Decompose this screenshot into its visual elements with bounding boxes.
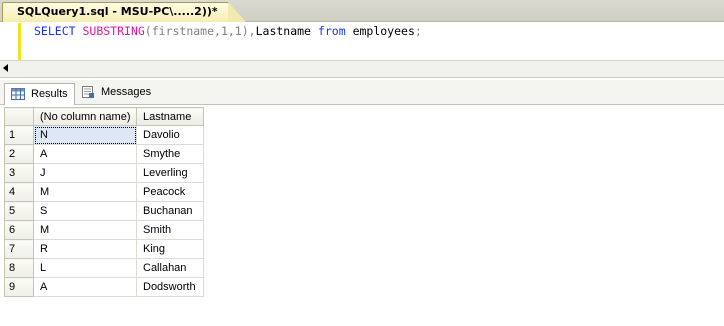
grid-cell[interactable]: Davolio (136, 125, 204, 145)
grid-cell[interactable]: A (33, 277, 137, 297)
document-tab-strip: SQLQuery1.sql - MSU-PC\.....2))* (0, 0, 724, 22)
row-number[interactable]: 5 (4, 201, 34, 221)
messages-icon (82, 86, 94, 98)
semicolon: ; (414, 24, 422, 38)
lastname-column: Lastname (255, 24, 311, 38)
table-row[interactable]: 8 L Callahan (4, 258, 204, 278)
table-row[interactable]: 3 J Leverling (4, 163, 204, 183)
table-row[interactable]: 4 M Peacock (4, 182, 204, 202)
table-row[interactable]: 2 A Smythe (4, 144, 204, 164)
query-text[interactable]: SELECT SUBSTRING(firstname,1,1),Lastname… (34, 24, 422, 38)
grid-cell[interactable]: R (33, 239, 137, 259)
table-row[interactable]: 5 S Buchanan (4, 201, 204, 221)
grid-corner-cell[interactable] (4, 107, 34, 126)
function-arguments: (firstname,1,1) (144, 24, 249, 38)
table-row[interactable]: 7 R King (4, 239, 204, 259)
editor-margin (0, 22, 18, 60)
grid-cell[interactable]: M (33, 220, 137, 240)
table-row[interactable]: 1 N Davolio (4, 125, 204, 145)
grid-cell[interactable]: King (136, 239, 204, 259)
grid-cell[interactable]: S (33, 201, 137, 221)
from-keyword: from (317, 24, 346, 38)
tab-messages[interactable]: Messages (75, 82, 157, 102)
row-number[interactable]: 8 (4, 258, 34, 278)
grid-cell[interactable]: L (33, 258, 137, 278)
grid-cell[interactable]: Peacock (136, 182, 204, 202)
grid-cell[interactable]: N (33, 125, 137, 145)
row-number[interactable]: 1 (4, 125, 34, 145)
query-editor[interactable]: SELECT SUBSTRING(firstname,1,1),Lastname… (0, 22, 724, 65)
results-grid-area[interactable]: (No column name) Lastname 1 N Davolio 2 … (0, 105, 724, 326)
grid-cell[interactable]: Buchanan (136, 201, 204, 221)
row-number[interactable]: 3 (4, 163, 34, 183)
substring-function: SUBSTRING (82, 24, 145, 38)
grid-cell[interactable]: Dodsworth (136, 277, 204, 297)
select-keyword: SELECT (34, 24, 76, 38)
change-tracking-marker (18, 23, 21, 65)
table-row[interactable]: 9 A Dodsworth (4, 277, 204, 297)
grid-icon (11, 88, 25, 100)
column-header-no-column-name[interactable]: (No column name) (33, 107, 137, 126)
table-row[interactable]: 6 M Smith (4, 220, 204, 240)
query-document-tab[interactable]: SQLQuery1.sql - MSU-PC\.....2))* (2, 2, 246, 22)
results-grid[interactable]: (No column name) Lastname 1 N Davolio 2 … (4, 107, 204, 297)
table-name: employees (352, 24, 415, 38)
tab-messages-label: Messages (101, 86, 152, 98)
grid-cell[interactable]: Smith (136, 220, 204, 240)
grid-cell[interactable]: J (33, 163, 137, 183)
tab-results-label: Results (31, 88, 68, 100)
comma: , (248, 24, 256, 38)
row-number[interactable]: 7 (4, 239, 34, 259)
editor-horizontal-scrollbar[interactable] (0, 60, 724, 78)
grid-cell[interactable]: Smythe (136, 144, 204, 164)
tab-results[interactable]: Results (4, 83, 75, 106)
grid-header-row: (No column name) Lastname (4, 107, 204, 126)
row-number[interactable]: 4 (4, 182, 34, 202)
row-number[interactable]: 6 (4, 220, 34, 240)
results-tab-strip: Results Messages (0, 80, 724, 106)
grid-cell[interactable]: Leverling (136, 163, 204, 183)
column-header-lastname[interactable]: Lastname (136, 107, 204, 126)
grid-cell[interactable]: A (33, 144, 137, 164)
row-number[interactable]: 2 (4, 144, 34, 164)
scroll-left-arrow-icon[interactable] (3, 64, 8, 72)
grid-cell[interactable]: M (33, 182, 137, 202)
grid-cell[interactable]: Callahan (136, 258, 204, 278)
row-number[interactable]: 9 (4, 277, 34, 297)
